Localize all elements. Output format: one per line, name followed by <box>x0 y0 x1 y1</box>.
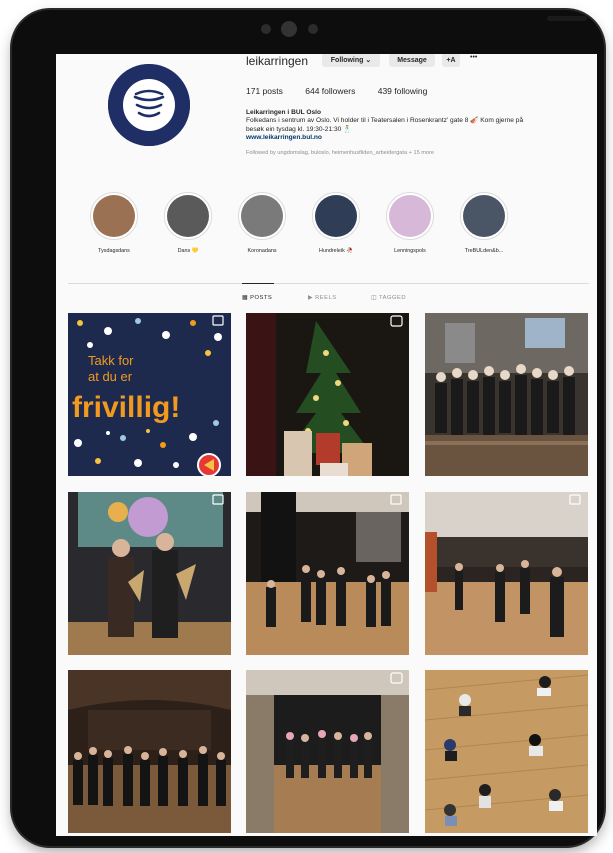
ballroom-image <box>68 670 231 833</box>
highlight-item[interactable]: Koronadans <box>227 192 297 254</box>
highlight-item[interactable]: Lenningspols <box>375 192 445 254</box>
instagram-profile-screen: leikarringen Following ⌄ Message +A ••• … <box>56 54 597 836</box>
more-options-icon[interactable]: ••• <box>470 54 477 61</box>
profile-avatar[interactable] <box>108 64 190 146</box>
message-button[interactable]: Message <box>389 54 435 67</box>
followed-by-text[interactable]: Followed by ungdomslag, buloslo, heimenh… <box>246 149 591 157</box>
suggest-user-button[interactable]: +A <box>442 54 460 67</box>
flowers-award-image <box>68 492 231 655</box>
highlight-thumbnail <box>463 195 505 237</box>
group-stage-image <box>425 313 588 476</box>
bio-text-line2: besøk ein tysdag kl. 19:30-21:30 🕺 <box>246 125 352 133</box>
tab-posts[interactable]: ▦ POSTS <box>242 295 272 301</box>
highlight-thumbnail <box>315 195 357 237</box>
post-thumbnail[interactable] <box>425 313 588 476</box>
posts-count[interactable]: 171 posts <box>246 86 283 96</box>
post-thumbnail[interactable] <box>425 492 588 655</box>
following-count[interactable]: 439 following <box>378 86 428 96</box>
christmas-tree-image <box>246 313 409 476</box>
highlight-thumbnail <box>389 195 431 237</box>
post-thumbnail[interactable] <box>246 313 409 476</box>
dance-hall-wide-image <box>425 492 588 655</box>
bio-text-line1: Folkedans i sentrum av Oslo. Vi holder t… <box>246 117 524 125</box>
volunteer-poster-image: Takk for at du er frivillig! <box>68 313 231 476</box>
tablet-side-button <box>547 16 587 21</box>
post-thumbnail[interactable] <box>246 492 409 655</box>
post-thumbnail[interactable]: Takk for at du er frivillig! <box>68 313 231 476</box>
poster-line2: at du er <box>88 369 133 384</box>
post-thumbnail[interactable] <box>68 492 231 655</box>
followers-count[interactable]: 644 followers <box>305 86 355 96</box>
highlight-label: Dans 💛 <box>177 248 199 254</box>
highlight-label: Hundreleik 🥀 <box>319 248 353 254</box>
tab-tagged[interactable]: ◫ TAGGED <box>371 295 406 301</box>
highlight-item[interactable]: Hundreleik 🥀 <box>301 192 371 254</box>
tab-reels[interactable]: ▶ REELS <box>308 295 337 301</box>
highlight-label: Lenningspols <box>394 248 426 254</box>
tabs-divider <box>68 283 589 284</box>
highlight-item[interactable]: TreBULden&b... <box>449 192 519 254</box>
camera-lens-icon <box>281 21 297 37</box>
highlight-label: Koronadans <box>247 248 277 254</box>
poster-line3: frivillig! <box>72 391 180 424</box>
poster-line1: Takk for <box>88 353 134 368</box>
tablet-frame: leikarringen Following ⌄ Message +A ••• … <box>12 10 604 846</box>
following-button[interactable]: Following ⌄ <box>322 54 380 67</box>
profile-username: leikarringen <box>246 54 309 68</box>
dance-hall-image <box>246 492 409 655</box>
highlight-thumbnail <box>241 195 283 237</box>
profile-website-link[interactable]: www.leikarringen.bul.no <box>246 134 591 142</box>
highlight-label: TreBULden&b... <box>464 248 504 254</box>
highlight-thumbnail <box>93 195 135 237</box>
active-tab-indicator <box>242 283 274 284</box>
doorway-dance-image <box>246 670 409 833</box>
post-thumbnail[interactable] <box>68 670 231 833</box>
highlight-label: Tysdagsdans <box>98 248 130 254</box>
highlight-item[interactable]: Dans 💛 <box>153 192 223 254</box>
sensor-dot-icon <box>308 24 318 34</box>
profile-bio: Leikarringen i BUL Oslo Folkedans i sent… <box>246 109 591 157</box>
profile-stats: 171 posts 644 followers 439 following <box>246 86 447 96</box>
post-thumbnail[interactable] <box>246 670 409 833</box>
camera-dot-icon <box>261 24 271 34</box>
overhead-dance-image <box>425 670 588 833</box>
post-thumbnail[interactable] <box>425 670 588 833</box>
bowl-logo-icon <box>108 64 190 146</box>
highlight-thumbnail <box>167 195 209 237</box>
highlight-item[interactable]: Tysdagsdans <box>79 192 149 254</box>
